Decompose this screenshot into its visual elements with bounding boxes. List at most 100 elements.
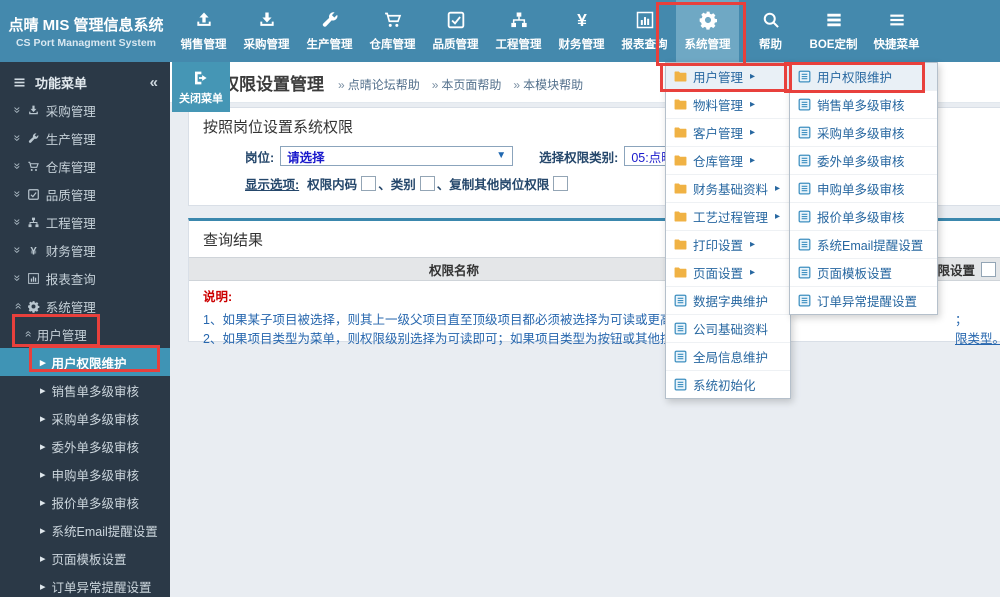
submenu-item-label: 页面模板设置 xyxy=(817,267,893,281)
collapse-sidebar-icon[interactable]: « xyxy=(150,74,158,91)
option-separator: 、 xyxy=(436,178,450,192)
submenu-arrow-icon: ▸ xyxy=(750,127,756,138)
sitemap-icon xyxy=(509,10,529,30)
breadcrumb-separator: » xyxy=(338,77,345,92)
menu-item-dictionary[interactable]: 数据字典维护 xyxy=(666,287,790,315)
nav-item-warehouse[interactable]: 仓库管理 xyxy=(361,0,424,62)
note-line: 2、如果项目类型为菜单，则权限级别选择为可读即可；如果项目类型为按钮或其他控制功… xyxy=(203,328,1000,346)
sidebar-item-label: 页面模板设置 xyxy=(51,552,127,567)
sidebar-item-outsource-audit[interactable]: ▸ 委外单多级审核 xyxy=(0,432,170,460)
sidebar-item-quote-audit[interactable]: ▸ 报价单多级审核 xyxy=(0,488,170,516)
sidebar-menu: » 采购管理 » 生产管理 » 仓库管理 » 品质管理 » 工程管理 » 财务管… xyxy=(0,96,170,597)
sidebar-item-email-reminder[interactable]: ▸ 系统Email提醒设置 xyxy=(0,516,170,544)
menu-item-company-base[interactable]: 公司基础资料 xyxy=(666,315,790,343)
sidebar-item-request-audit[interactable]: ▸ 申购单多级审核 xyxy=(0,460,170,488)
sidebar-item-engineering[interactable]: » 工程管理 xyxy=(0,208,170,236)
sidebar-item-usermgmt[interactable]: » 用户管理 xyxy=(0,320,170,348)
app-title: 点晴 MIS 管理信息系统 xyxy=(8,16,164,34)
menu-item-usermgmt[interactable]: 用户管理 ▸ xyxy=(666,63,790,91)
submenu-arrow-icon: ▸ xyxy=(775,183,781,194)
submenu-item-user-permission[interactable]: 用户权限维护 xyxy=(790,63,937,91)
sidebar-item-warehouse[interactable]: » 仓库管理 xyxy=(0,152,170,180)
chevron-icon: » xyxy=(10,302,25,310)
breadcrumb-link[interactable]: » 本模块帮助 xyxy=(513,76,583,93)
submenu-item-label: 申购单多级审核 xyxy=(817,183,905,197)
submenu-item-email-reminder[interactable]: 系统Email提醒设置 xyxy=(790,231,937,259)
nav-item-quickmenu[interactable]: 快捷菜单 xyxy=(865,0,928,62)
list-icon xyxy=(12,75,27,90)
menu-item-page[interactable]: 页面设置 ▸ xyxy=(666,259,790,287)
nav-item-purchase[interactable]: 采购管理 xyxy=(235,0,298,62)
breadcrumb-text: 点晴论坛帮助 xyxy=(347,77,420,92)
sidebar-item-label: 采购管理 xyxy=(45,104,96,119)
sidebar-item-quality[interactable]: » 品质管理 xyxy=(0,180,170,208)
option-label: 复制其他岗位权限 xyxy=(449,178,550,192)
nav-item-help[interactable]: 帮助 xyxy=(739,0,802,62)
breadcrumb-link[interactable]: » 点晴论坛帮助 xyxy=(338,76,420,93)
nav-item-system[interactable]: 系统管理 xyxy=(676,0,739,62)
arrow-icon: ▸ xyxy=(40,412,46,425)
nav-item-quality[interactable]: 品质管理 xyxy=(424,0,487,62)
sidebar-item-finance[interactable]: » 财务管理 xyxy=(0,236,170,264)
select-all-checkbox[interactable] xyxy=(981,261,996,277)
option-checkbox[interactable] xyxy=(419,176,435,191)
submenu-item-outsource-audit[interactable]: 委外单多级审核 xyxy=(790,147,937,175)
sidebar-item-label: 采购单多级审核 xyxy=(51,412,140,427)
sidebar-item-system[interactable]: » 系统管理 xyxy=(0,292,170,320)
chevron-icon: » xyxy=(10,218,25,226)
sidebar-item-order-alert[interactable]: ▸ 订单异常提醒设置 xyxy=(0,572,170,597)
arrow-icon: ▸ xyxy=(40,552,46,565)
nav-item-sales[interactable]: 销售管理 xyxy=(172,0,235,62)
sidebar-item-label: 销售单多级审核 xyxy=(51,384,140,399)
category-label: 选择权限类别: xyxy=(539,150,619,165)
sidebar-item-purchase[interactable]: » 采购管理 xyxy=(0,96,170,124)
sidebar-item-label: 品质管理 xyxy=(45,188,96,203)
doc-icon xyxy=(797,237,812,252)
sidebar-item-purchase-audit[interactable]: ▸ 采购单多级审核 xyxy=(0,404,170,432)
submenu-item-purchase-audit[interactable]: 采购单多级审核 xyxy=(790,119,937,147)
nav-item-finance[interactable]: 财务管理 xyxy=(550,0,613,62)
menu-item-customer[interactable]: 客户管理 ▸ xyxy=(666,119,790,147)
doc-icon xyxy=(797,69,812,84)
nav-item-boe[interactable]: BOE定制 xyxy=(802,0,865,62)
options-group: 权限内码、 类别、 复制其他岗位权限 xyxy=(307,174,570,193)
folder-icon xyxy=(673,69,688,84)
doc-icon xyxy=(797,265,812,280)
submenu-item-request-audit[interactable]: 申购单多级审核 xyxy=(790,175,937,203)
menu-item-material[interactable]: 物料管理 ▸ xyxy=(666,91,790,119)
sidebar-item-user-permission[interactable]: ▸ 用户权限维护 xyxy=(0,348,170,376)
submenu-arrow-icon: ▸ xyxy=(750,71,756,82)
nav-item-production[interactable]: 生产管理 xyxy=(298,0,361,62)
topnav-items: 销售管理 采购管理 生产管理 仓库管理 品质管理 工程管理 财务管理 报表查询 … xyxy=(172,0,928,62)
sidebar-item-production[interactable]: » 生产管理 xyxy=(0,124,170,152)
menu-item-finance-base[interactable]: 财务基础资料 ▸ xyxy=(666,175,790,203)
menu-item-print[interactable]: 打印设置 ▸ xyxy=(666,231,790,259)
job-select[interactable]: 请选择 ▼ xyxy=(280,146,514,166)
option-permission-code: 权限内码 、 xyxy=(307,174,391,193)
option-checkbox[interactable] xyxy=(553,176,569,191)
sidebar-item-page-template[interactable]: ▸ 页面模板设置 xyxy=(0,544,170,572)
breadcrumb: » 点晴论坛帮助 » 本页面帮助 » 本模块帮助 xyxy=(338,72,583,93)
arrow-icon: ▸ xyxy=(40,356,46,369)
doc-icon xyxy=(673,293,688,308)
submenu-item-sales-audit[interactable]: 销售单多级审核 xyxy=(790,91,937,119)
nav-item-engineering[interactable]: 工程管理 xyxy=(487,0,550,62)
menu-item-process[interactable]: 工艺过程管理 ▸ xyxy=(666,203,790,231)
sidebar-item-label: 生产管理 xyxy=(45,132,96,147)
breadcrumb-link[interactable]: » 本页面帮助 xyxy=(432,76,502,93)
menu-item-global-info[interactable]: 全局信息维护 xyxy=(666,343,790,371)
submenu-item-quote-audit[interactable]: 报价单多级审核 xyxy=(790,203,937,231)
nav-item-reports[interactable]: 报表查询 xyxy=(613,0,676,62)
menu-item-system-init[interactable]: 系统初始化 xyxy=(666,371,790,398)
menu-item-warehouse[interactable]: 仓库管理 ▸ xyxy=(666,147,790,175)
submenu-item-page-template[interactable]: 页面模板设置 xyxy=(790,259,937,287)
menu-item-label: 打印设置 xyxy=(693,239,744,253)
close-menu-button[interactable]: 关闭菜单 xyxy=(172,62,230,112)
submenu-item-order-alert[interactable]: 订单异常提醒设置 xyxy=(790,287,937,314)
gear-icon xyxy=(698,10,718,30)
sidebar-item-sales-audit[interactable]: ▸ 销售单多级审核 xyxy=(0,376,170,404)
option-checkbox[interactable] xyxy=(361,176,377,191)
menu-item-label: 财务基础资料 xyxy=(693,183,769,197)
sidebar-item-reports[interactable]: » 报表查询 xyxy=(0,264,170,292)
submenu-item-label: 系统Email提醒设置 xyxy=(817,239,924,253)
